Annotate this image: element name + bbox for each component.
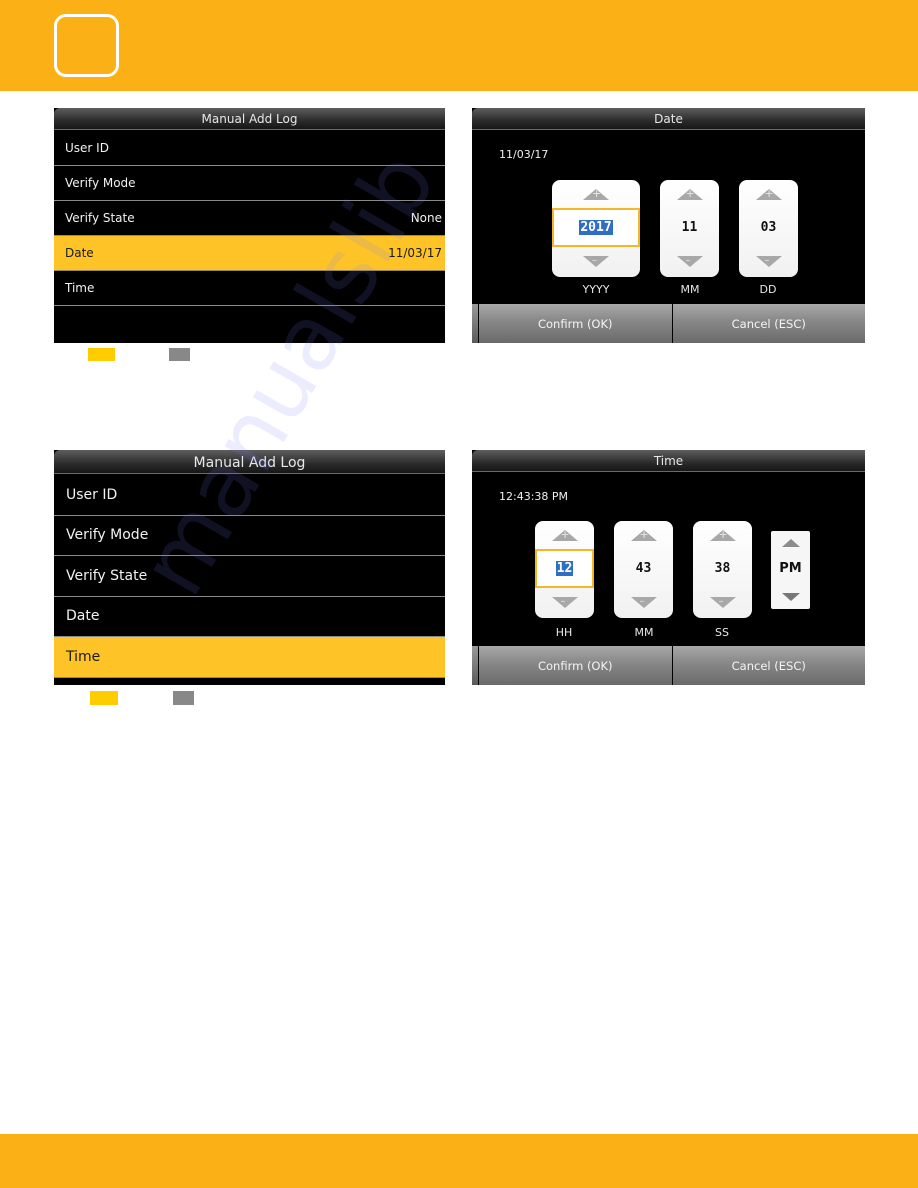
header-band [0,0,918,91]
screen-title: Date [472,108,865,130]
increment-arrow-icon[interactable] [781,539,800,547]
month-spinner[interactable]: 11 [660,180,719,277]
legend-gray-swatch [173,691,194,705]
decrement-arrow-icon[interactable] [676,255,703,267]
cancel-button[interactable]: Cancel (ESC) [672,646,865,685]
month-field[interactable]: 11 [660,208,719,247]
increment-arrow-icon[interactable] [755,188,782,200]
legend-yellow-swatch [90,691,118,705]
cancel-button[interactable]: Cancel (ESC) [672,304,865,343]
hour-spinner[interactable]: 12 [535,521,594,618]
menu-item-label: Time [66,648,101,665]
decrement-arrow-icon[interactable] [709,596,736,608]
date-picker-screen: Date 11/03/17 2017 YYYY 11 MM 03 DD Conf… [472,108,865,343]
hour-label: HH [555,626,573,639]
current-time-value: 12:43:38 PM [499,490,569,503]
increment-arrow-icon[interactable] [630,529,657,541]
minute-field[interactable]: 43 [614,549,673,588]
screen-title: Time [472,450,865,472]
year-value: 2017 [579,220,613,235]
minute-label: MM [634,626,654,639]
page-number-badge [54,14,119,77]
second-value: 38 [714,561,731,576]
menu-item-verify-state[interactable]: Verify State [54,556,445,597]
increment-arrow-icon[interactable] [583,188,609,200]
second-field[interactable]: 38 [693,549,752,588]
minute-spinner[interactable]: 43 [614,521,673,618]
menu-item-verify-state[interactable]: Verify State None [54,201,445,236]
decrement-arrow-icon[interactable] [630,596,657,608]
screen-title: Manual Add Log [54,108,445,130]
time-picker-screen: Time 12:43:38 PM 12 HH 43 MM 38 SS PM Co… [472,450,865,685]
menu-item-label: Verify Mode [66,527,149,544]
legend-yellow-swatch [88,348,115,361]
menu-item-label: User ID [65,141,109,155]
menu-item-verify-mode[interactable]: Verify Mode [54,166,445,201]
menu-item-user-id[interactable]: User ID [54,475,445,516]
decrement-arrow-icon[interactable] [755,255,782,267]
increment-arrow-icon[interactable] [551,529,578,541]
ampm-spinner[interactable]: PM [771,531,810,609]
decrement-arrow-icon[interactable] [551,596,578,608]
menu-item-user-id[interactable]: User ID [54,131,445,166]
year-field[interactable]: 2017 [552,208,640,247]
manual-add-log-screen-time: Manual Add Log User ID Verify Mode Verif… [54,450,445,685]
manual-add-log-screen-date: Manual Add Log User ID Verify Mode Verif… [54,108,445,343]
increment-arrow-icon[interactable] [676,188,703,200]
confirm-button[interactable]: Confirm (OK) [479,304,672,343]
increment-arrow-icon[interactable] [709,529,736,541]
menu-item-label: Verify Mode [65,176,136,190]
day-field[interactable]: 03 [739,208,798,247]
year-label: YYYY [582,283,610,296]
month-value: 11 [681,220,698,235]
menu-item-label: Date [65,246,94,260]
decrement-arrow-icon[interactable] [781,593,800,601]
menu-item-label: Verify State [66,567,148,584]
menu-item-value: None [410,211,442,225]
menu-item-date[interactable]: Date 11/03/17 [54,236,445,271]
minute-value: 43 [635,561,652,576]
month-label: MM [680,283,700,296]
menu-item-time[interactable]: Time [54,637,445,678]
menu-item-label: Verify State [65,211,135,225]
day-value: 03 [760,220,777,235]
hour-value: 12 [555,561,574,576]
menu-item-verify-mode[interactable]: Verify Mode [54,516,445,556]
menu-item-label: Time [65,281,95,295]
dialog-button-bar: Confirm (OK) Cancel (ESC) [472,304,865,343]
menu-item-value: 11/03/17 [388,246,442,260]
menu-item-time[interactable]: Time [54,271,445,306]
footer-band [0,1134,918,1188]
second-spinner[interactable]: 38 [693,521,752,618]
year-spinner[interactable]: 2017 [552,180,640,277]
current-date-value: 11/03/17 [499,148,549,161]
screen-title: Manual Add Log [54,450,445,474]
menu-item-date[interactable]: Date [54,597,445,637]
dialog-button-bar: Confirm (OK) Cancel (ESC) [472,646,865,685]
menu-item-label: User ID [66,486,118,503]
ampm-value: PM [779,561,802,576]
day-spinner[interactable]: 03 [739,180,798,277]
hour-field[interactable]: 12 [535,549,594,588]
confirm-button[interactable]: Confirm (OK) [479,646,672,685]
second-label: SS [715,626,729,639]
day-label: DD [759,283,777,296]
legend-gray-swatch [169,348,190,361]
decrement-arrow-icon[interactable] [583,255,609,267]
menu-item-label: Date [66,608,100,625]
